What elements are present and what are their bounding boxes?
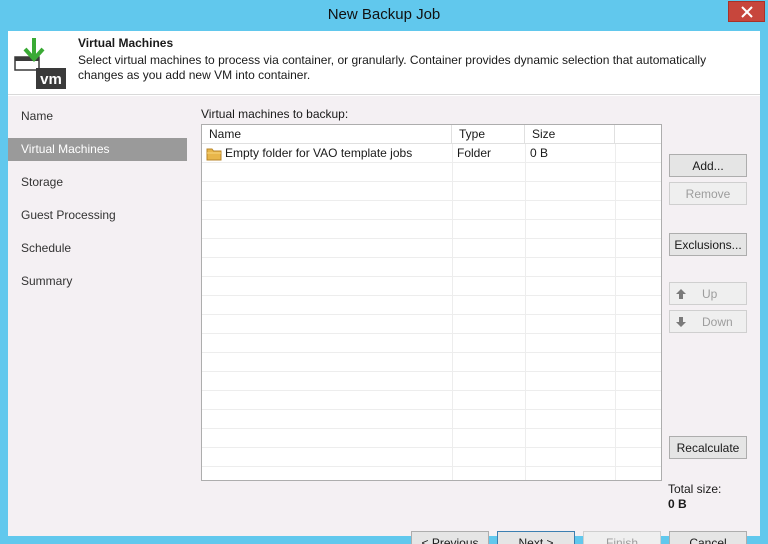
table-row bbox=[202, 410, 661, 429]
wizard-steps-sidebar: Name Virtual Machines Storage Guest Proc… bbox=[8, 96, 188, 536]
remove-button[interactable]: Remove bbox=[669, 182, 747, 205]
table-row bbox=[202, 315, 661, 334]
folder-icon bbox=[206, 148, 222, 160]
table-row bbox=[202, 334, 661, 353]
table-row bbox=[202, 182, 661, 201]
row-name-text: Empty folder for VAO template jobs bbox=[225, 146, 413, 160]
previous-button[interactable]: < Previous bbox=[411, 531, 489, 544]
table-row bbox=[202, 448, 661, 467]
page-title: Virtual Machines bbox=[78, 36, 174, 50]
title-bar: New Backup Job bbox=[0, 0, 768, 30]
table-row bbox=[202, 201, 661, 220]
dialog-window: New Backup Job vm Virtual Machines Selec… bbox=[0, 0, 768, 544]
table-row bbox=[202, 220, 661, 239]
next-button[interactable]: Next > bbox=[497, 531, 575, 544]
table-row bbox=[202, 163, 661, 182]
vm-list-table[interactable]: Name Type Size Empty folder for VAO temp… bbox=[201, 124, 662, 481]
vm-logo-text: vm bbox=[40, 71, 62, 88]
main-panel: Virtual machines to backup: Name Type Si… bbox=[188, 96, 760, 544]
close-button[interactable] bbox=[728, 1, 765, 22]
table-header: Name Type Size bbox=[202, 125, 661, 144]
sidebar-item-guest-processing[interactable]: Guest Processing bbox=[8, 204, 187, 227]
recalculate-button[interactable]: Recalculate bbox=[669, 436, 747, 459]
wizard-header: vm Virtual Machines Select virtual machi… bbox=[8, 31, 760, 95]
arrow-down-icon bbox=[676, 316, 686, 327]
vm-list-label: Virtual machines to backup: bbox=[201, 107, 349, 121]
table-row bbox=[202, 353, 661, 372]
table-row bbox=[202, 258, 661, 277]
total-size-label: Total size: bbox=[668, 482, 722, 496]
window-title: New Backup Job bbox=[327, 6, 441, 23]
sidebar-item-summary[interactable]: Summary bbox=[8, 270, 187, 293]
column-header-type[interactable]: Type bbox=[452, 125, 525, 144]
arrow-up-icon bbox=[676, 288, 686, 299]
total-size-value: 0 B bbox=[668, 497, 687, 511]
page-description: Select virtual machines to process via c… bbox=[78, 53, 707, 82]
sidebar-item-storage[interactable]: Storage bbox=[8, 171, 187, 194]
sidebar-item-name[interactable]: Name bbox=[8, 105, 187, 128]
down-button[interactable]: Down bbox=[669, 310, 747, 333]
table-row bbox=[202, 277, 661, 296]
table-row bbox=[202, 239, 661, 258]
cancel-button[interactable]: Cancel bbox=[669, 531, 747, 544]
table-cell-size: 0 B bbox=[530, 146, 549, 160]
table-row[interactable]: Empty folder for VAO template jobs Folde… bbox=[202, 144, 661, 163]
close-icon bbox=[740, 5, 753, 18]
exclusions-button[interactable]: Exclusions... bbox=[669, 233, 747, 256]
dialog-client-area: vm Virtual Machines Select virtual machi… bbox=[8, 31, 760, 544]
table-row bbox=[202, 391, 661, 410]
column-header-name[interactable]: Name bbox=[202, 125, 452, 144]
table-row bbox=[202, 372, 661, 391]
finish-button[interactable]: Finish bbox=[583, 531, 661, 544]
sidebar-item-schedule[interactable]: Schedule bbox=[8, 237, 187, 260]
vm-download-icon: vm bbox=[14, 38, 66, 89]
column-header-size[interactable]: Size bbox=[525, 125, 615, 144]
table-row bbox=[202, 296, 661, 315]
up-button[interactable]: Up bbox=[669, 282, 747, 305]
sidebar-item-virtual-machines[interactable]: Virtual Machines bbox=[8, 138, 187, 161]
table-row bbox=[202, 429, 661, 448]
table-cell-type: Folder bbox=[457, 146, 492, 160]
table-cell-name: Empty folder for VAO template jobs bbox=[202, 144, 452, 163]
down-button-label: Down bbox=[702, 314, 733, 329]
up-button-label: Up bbox=[702, 286, 718, 301]
add-button[interactable]: Add... bbox=[669, 154, 747, 177]
